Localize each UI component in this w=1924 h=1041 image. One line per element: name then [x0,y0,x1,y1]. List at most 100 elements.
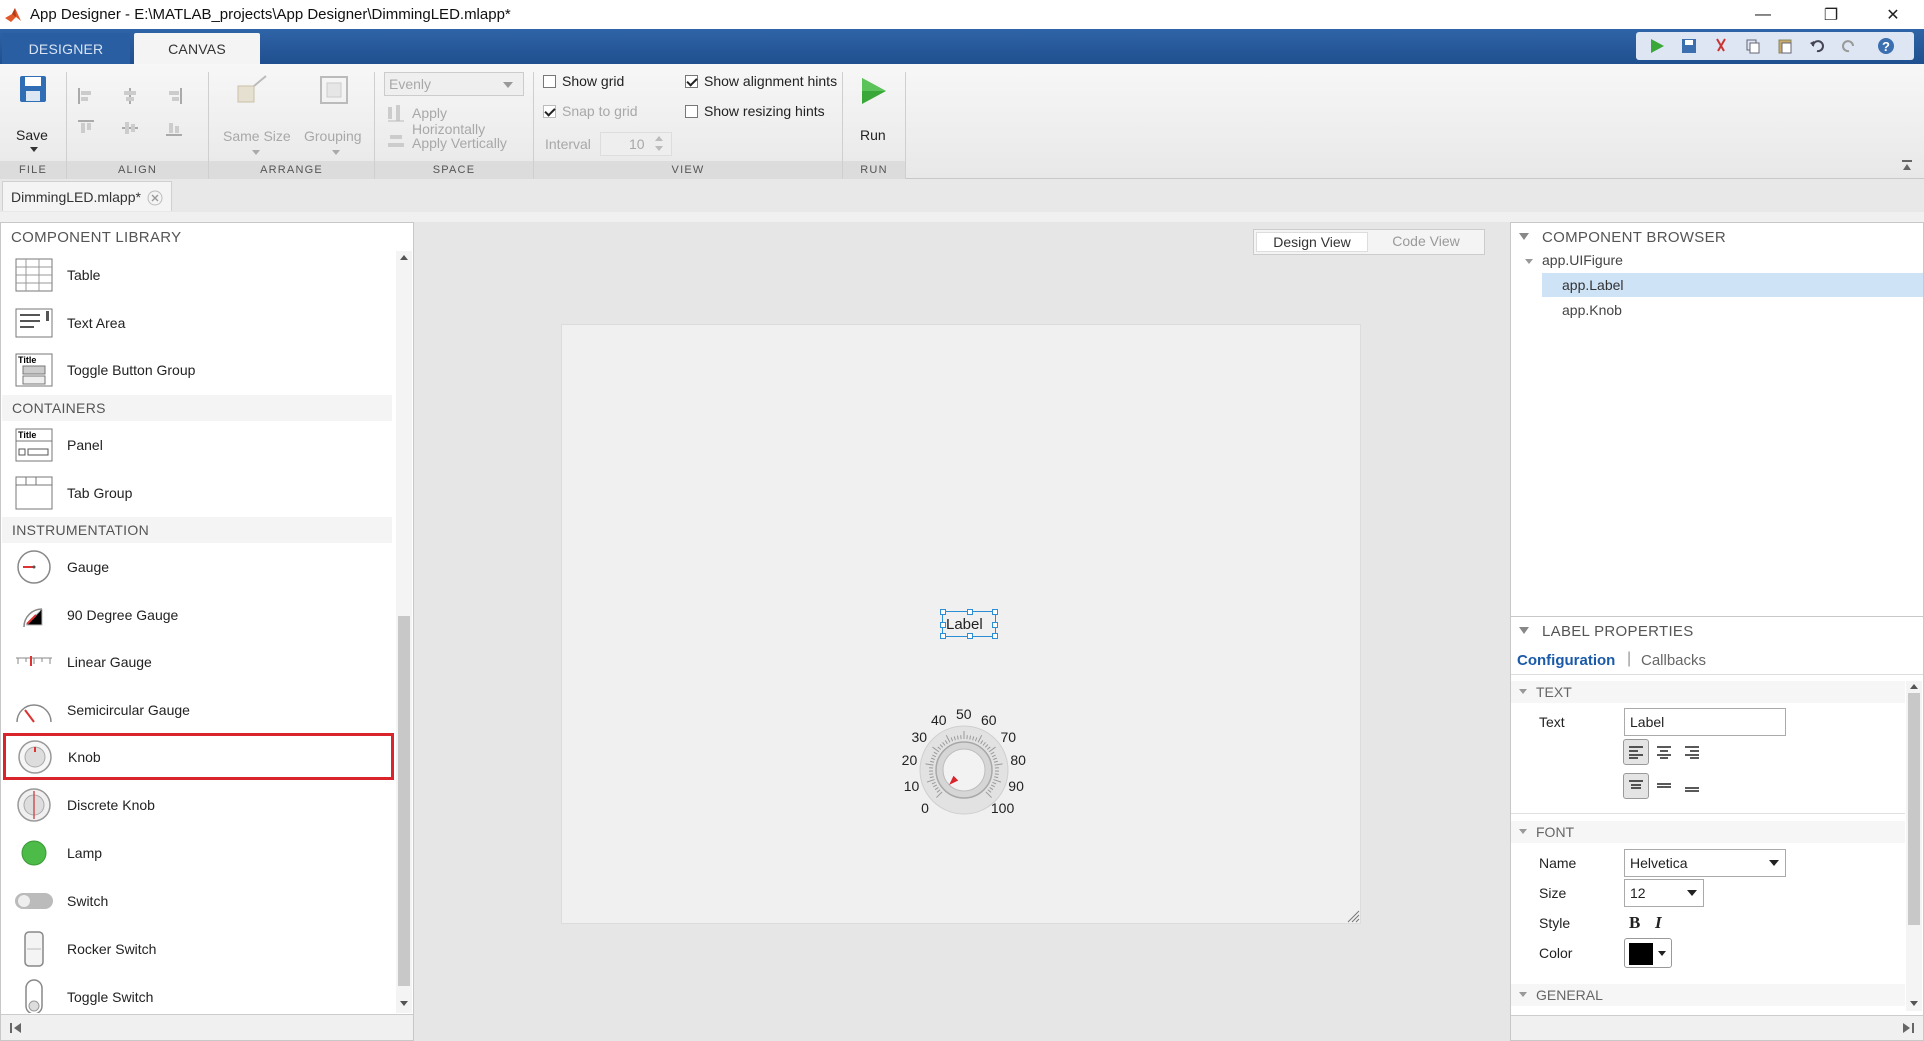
collapse-section-icon[interactable] [1519,233,1529,240]
copy-icon[interactable] [1744,37,1762,55]
section-text-header[interactable]: TEXT [1511,681,1905,703]
grouping-button[interactable]: Grouping [298,74,370,158]
interval-spinner[interactable]: 10 [600,132,672,156]
library-item-tab-group[interactable]: Tab Group [2,469,392,516]
close-button[interactable]: ✕ [1870,0,1916,29]
scroll-thumb[interactable] [1908,693,1920,925]
show-grid-checkbox[interactable] [543,75,556,88]
resize-handle[interactable] [967,633,973,639]
align-right-icon[interactable] [164,86,184,106]
font-size-select[interactable]: 12 [1624,879,1704,907]
scroll-down-icon[interactable] [1910,1001,1918,1006]
align-left-icon[interactable] [76,86,96,106]
section-font-header[interactable]: FONT [1511,821,1905,843]
scroll-up-icon[interactable] [400,255,408,260]
font-name-select[interactable]: Helvetica [1624,849,1786,877]
align-right-button[interactable] [1679,739,1705,765]
design-view-button[interactable]: Design View [1256,232,1368,252]
ui-figure[interactable]: Label 0 10 20 30 40 50 60 70 80 90 100 [561,324,1361,924]
collapse-right-icon[interactable] [1901,1021,1915,1035]
paste-icon[interactable] [1776,37,1794,55]
align-center-icon[interactable] [120,86,140,106]
library-item-toggle-switch[interactable]: Toggle Switch [2,973,392,1013]
figure-resize-grip-icon[interactable] [1346,909,1360,923]
tree-node-label-selected[interactable]: app.Label [1542,273,1923,297]
chevron-up-icon[interactable] [655,136,663,141]
library-item-semicircular-gauge[interactable]: Semicircular Gauge [2,686,392,733]
code-view-button[interactable]: Code View [1370,232,1482,252]
resize-handle[interactable] [992,622,998,628]
align-center-button[interactable] [1651,739,1677,765]
close-tab-icon[interactable] [147,190,163,206]
collapse-ribbon-icon[interactable] [1900,158,1914,172]
resize-handle[interactable] [940,622,946,628]
restore-button[interactable]: ❐ [1808,0,1854,29]
library-item-90-degree-gauge[interactable]: 90 Degree Gauge [2,591,392,638]
tab-configuration[interactable]: Configuration [1517,652,1615,669]
library-item-text-area[interactable]: Text Area [2,299,392,346]
label-component[interactable]: Label [940,609,998,639]
section-general-header[interactable]: GENERAL [1511,984,1905,1006]
text-prop-input[interactable]: Label [1624,708,1786,736]
resize-handle[interactable] [940,633,946,639]
collapse-section-icon[interactable] [1519,627,1529,634]
bold-button[interactable]: B [1629,913,1640,933]
same-size-button[interactable]: Same Size [218,74,292,158]
align-top-icon[interactable] [76,118,96,138]
cut-icon[interactable] [1712,37,1730,55]
help-icon[interactable]: ? [1876,36,1896,56]
show-resizing-hints-checkbox[interactable] [685,105,698,118]
library-scrollbar[interactable] [396,251,412,1013]
resize-handle[interactable] [992,609,998,615]
space-select[interactable]: Evenly [384,72,524,96]
redo-icon[interactable] [1840,37,1858,55]
valign-bottom-button[interactable] [1679,773,1705,799]
undo-icon[interactable] [1808,37,1826,55]
library-item-table[interactable]: Table [2,251,392,298]
tree-node-knob[interactable]: app.Knob [1562,302,1622,318]
align-bottom-icon[interactable] [164,118,184,138]
resize-handle[interactable] [940,609,946,615]
tree-node-uifigure[interactable]: app.UIFigure [1542,252,1623,268]
snap-to-grid-checkbox[interactable] [543,105,556,118]
tab-designer[interactable]: DESIGNER [2,33,130,64]
library-item-switch[interactable]: Switch [2,877,392,924]
library-item-lamp[interactable]: Lamp [2,829,392,876]
save-quick-icon[interactable] [1680,37,1698,55]
tree-expand-icon[interactable] [1525,259,1533,264]
apply-horizontally-button[interactable]: Apply Horizontally [384,102,524,137]
tab-canvas[interactable]: CANVAS [134,33,260,64]
tab-callbacks[interactable]: Callbacks [1641,652,1706,669]
library-item-discrete-knob[interactable]: Discrete Knob [2,781,392,828]
apply-vertically-button[interactable]: Apply Vertically [384,132,524,156]
run-quick-icon[interactable] [1648,37,1666,55]
library-item-toggle-button-group[interactable]: Title Toggle Button Group [2,346,392,393]
align-left-button[interactable] [1623,739,1649,765]
knob-component[interactable]: 0 10 20 30 40 50 60 70 80 90 100 [878,705,1048,845]
grouping-icon [320,76,348,104]
library-item-gauge[interactable]: Gauge [2,543,392,590]
file-tab[interactable]: DimmingLED.mlapp* [2,181,172,211]
resize-handle[interactable] [967,609,973,615]
library-item-knob[interactable]: Knob [3,733,394,780]
scroll-down-icon[interactable] [400,1001,408,1006]
save-label: Save [16,127,48,143]
show-alignment-hints-checkbox[interactable] [685,75,698,88]
minimize-button[interactable]: — [1740,0,1786,29]
italic-button[interactable]: I [1655,913,1662,933]
library-item-rocker-switch[interactable]: Rocker Switch [2,925,392,972]
font-color-picker[interactable] [1624,938,1672,968]
library-item-panel[interactable]: Title Panel [2,421,392,468]
valign-top-button[interactable] [1623,773,1649,799]
chevron-down-icon[interactable] [655,146,663,151]
run-button[interactable]: Run [852,72,892,158]
scroll-up-icon[interactable] [1910,684,1918,689]
properties-scrollbar[interactable] [1906,681,1922,1011]
valign-middle-button[interactable] [1651,773,1677,799]
scroll-thumb[interactable] [398,616,410,986]
collapse-left-icon[interactable] [9,1021,23,1035]
resize-handle[interactable] [992,633,998,639]
save-button[interactable]: Save [8,72,58,158]
align-middle-icon[interactable] [120,118,140,138]
library-item-linear-gauge[interactable]: Linear Gauge [2,638,392,685]
